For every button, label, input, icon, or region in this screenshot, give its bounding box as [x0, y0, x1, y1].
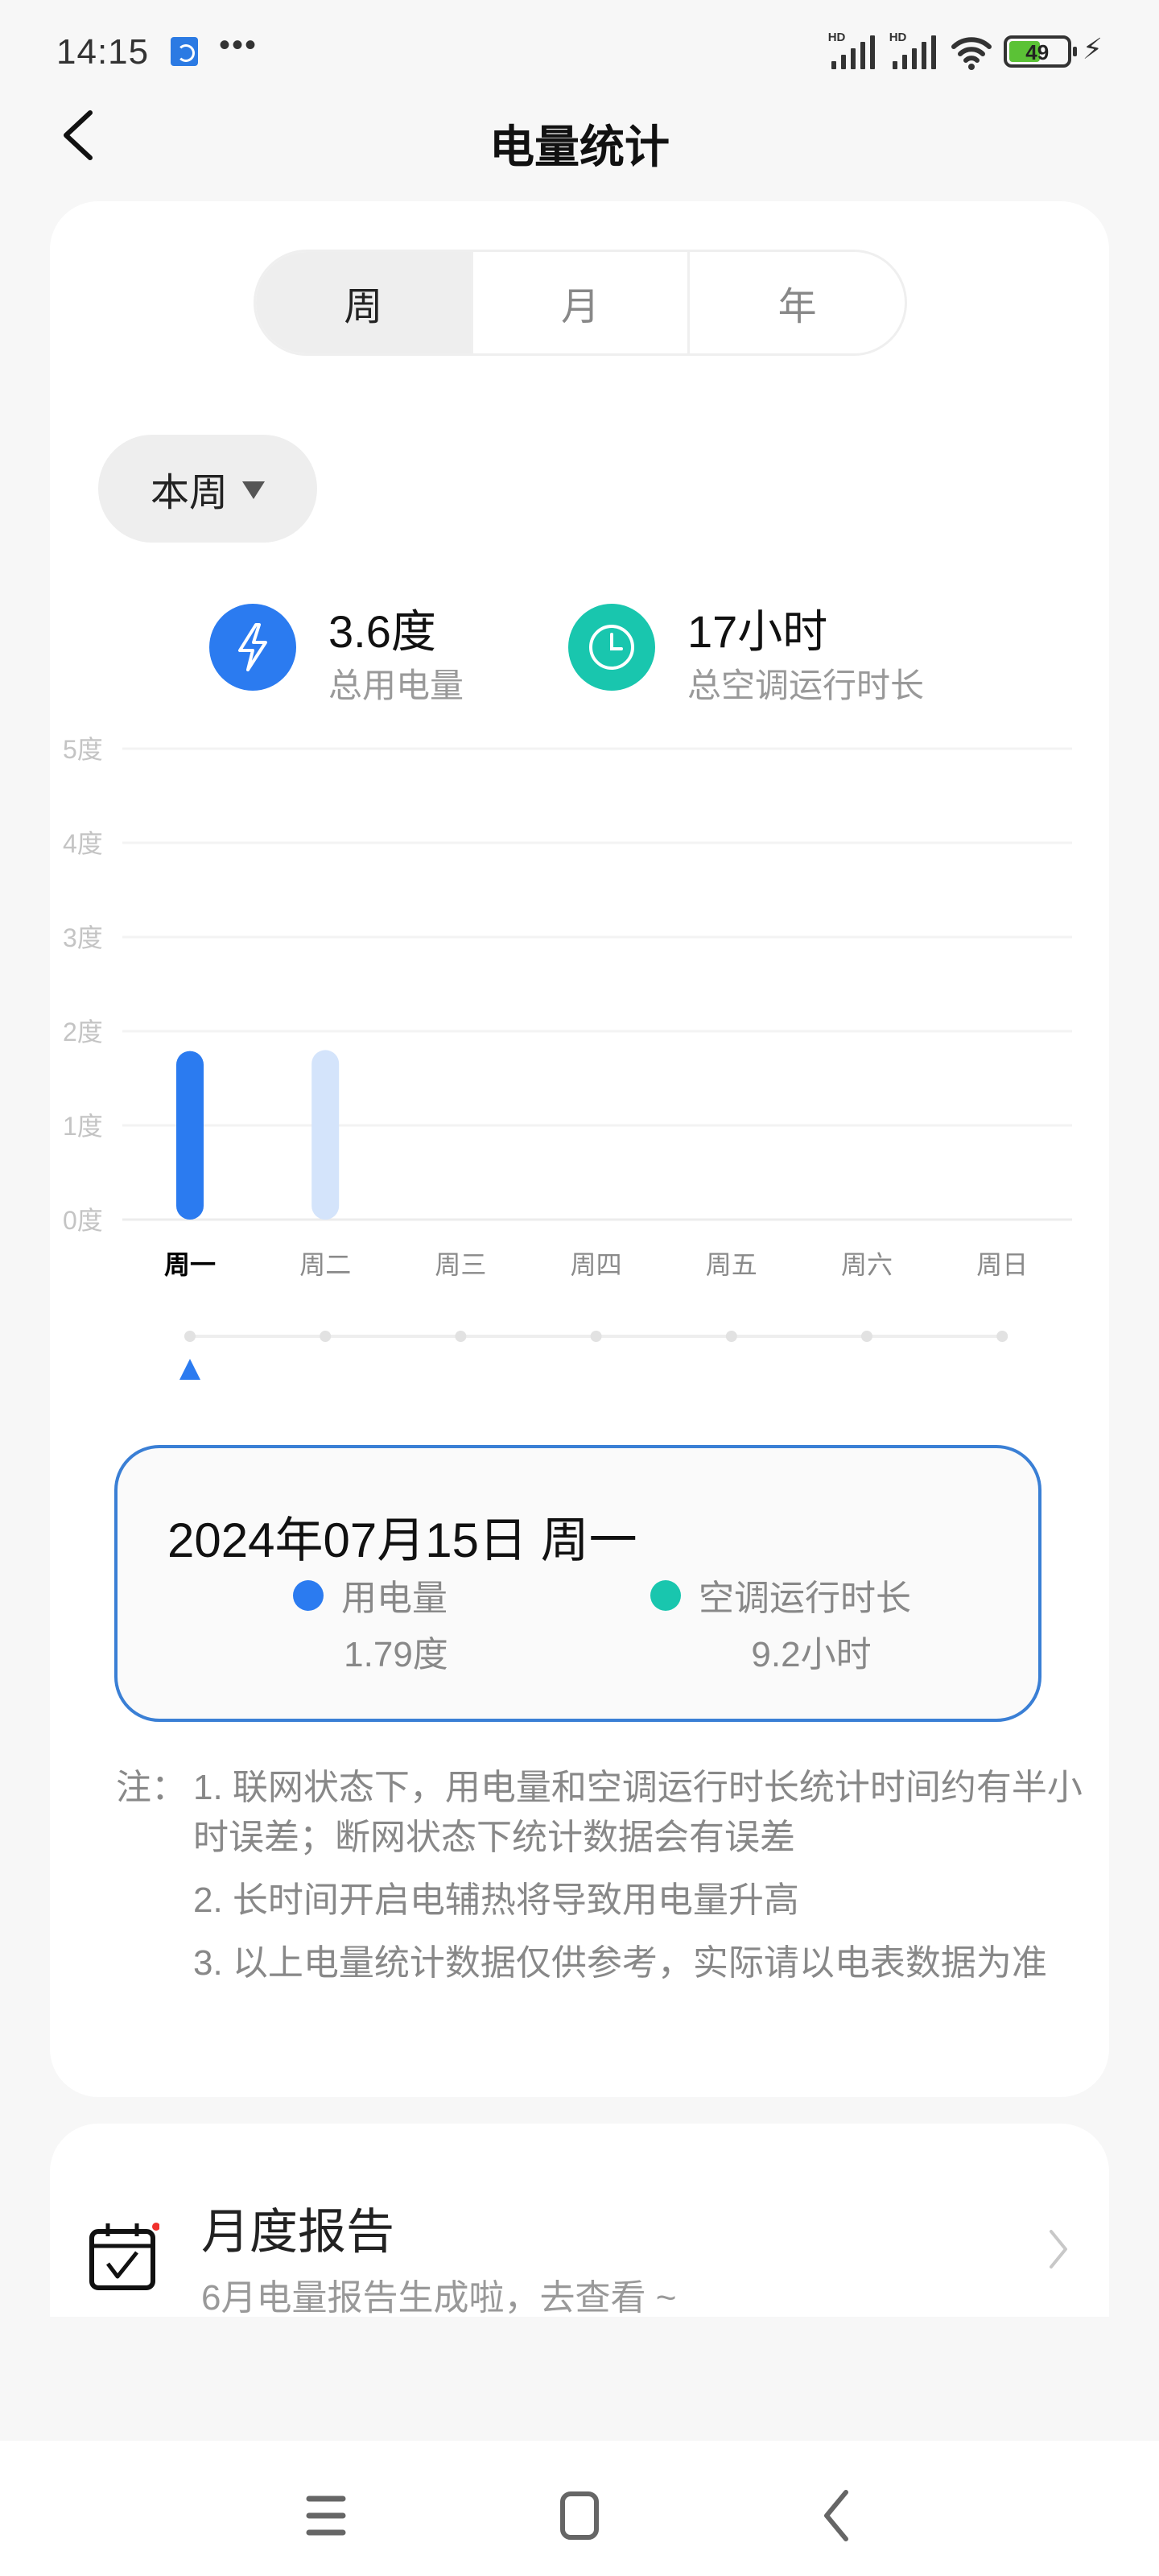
caret-down-icon — [242, 481, 265, 499]
page-title: 电量统计 — [489, 122, 670, 172]
slider-dot[interactable] — [320, 1331, 332, 1342]
status-time: 14:15 — [56, 32, 150, 72]
y-tick-label: 3度 — [63, 923, 103, 952]
x-tick-label[interactable]: 周四 — [571, 1250, 622, 1279]
total-energy-label: 总用电量 — [328, 667, 464, 704]
signal-icon: HD — [828, 31, 878, 71]
selected-day-marker-icon[interactable] — [179, 1359, 200, 1380]
calendar-check-icon — [89, 2223, 159, 2290]
system-nav-bar — [0, 2441, 1159, 2576]
y-tick-label: 5度 — [63, 735, 103, 764]
home-icon — [560, 2491, 599, 2540]
x-tick-label[interactable]: 周六 — [841, 1250, 893, 1279]
monthly-report-card[interactable]: 月度报告 6月电量报告生成啦，去查看 ~ — [50, 2124, 1109, 2318]
x-tick-label[interactable]: 周一 — [164, 1250, 216, 1279]
report-subtitle: 6月电量报告生成啦，去查看 ~ — [201, 2278, 677, 2318]
day-selector-track[interactable] — [50, 1312, 1109, 1393]
slider-dot[interactable] — [725, 1331, 737, 1342]
x-tick-label[interactable]: 周日 — [976, 1250, 1028, 1279]
period-dropdown-label: 本周 — [150, 472, 228, 514]
x-tick-label[interactable]: 周五 — [706, 1250, 757, 1279]
notes-list: 1. 联网状态下，用电量和空调运行时长统计时间约有半小时误差；断网状态下统计数据… — [193, 1763, 1087, 2001]
energy-bar-chart: 0度 1度 2度 3度 4度 5度周一 周二 周三 周四 周五 周六 周日 — [50, 716, 1109, 1280]
notification-badge — [152, 2223, 159, 2231]
status-indicators: HD HD 49 ⚡ — [828, 31, 1103, 71]
detail-runtime-value: 9.2小时 — [751, 1635, 872, 1674]
chevron-right-icon — [1050, 2230, 1067, 2268]
y-tick-label: 1度 — [63, 1112, 103, 1141]
notes-prefix: 注： — [116, 1768, 187, 1807]
battery-level: 49 — [1025, 40, 1050, 64]
detail-energy-value: 1.79度 — [344, 1635, 448, 1674]
menu-icon — [306, 2496, 346, 2536]
y-tick-label: 4度 — [63, 829, 103, 858]
tab-year[interactable]: 年 — [687, 252, 905, 353]
slider-dot[interactable] — [590, 1331, 602, 1342]
back-icon — [824, 2490, 848, 2541]
battery-icon: 49 — [1003, 35, 1077, 68]
runtime-legend-dot — [650, 1580, 681, 1611]
bar-1[interactable] — [176, 1051, 204, 1220]
note-item: 3. 以上电量统计数据仅供参考，实际请以电表数据为准 — [193, 1943, 1047, 1983]
system-back-button[interactable] — [809, 2487, 865, 2544]
period-tabs: 周 月 年 — [254, 250, 907, 356]
report-title: 月度报告 — [201, 2205, 394, 2259]
slider-dot[interactable] — [455, 1331, 467, 1342]
total-runtime-label: 总空调运行时长 — [687, 667, 925, 704]
total-runtime-value: 17小时 — [687, 606, 828, 657]
day-detail-card: 2024年07月15日 周一 用电量 1.79度 空调运行时长 9.2小时 — [114, 1445, 1041, 1722]
app-notification-icon — [171, 37, 198, 66]
energy-legend-dot — [293, 1580, 324, 1611]
detail-runtime-label: 空调运行时长 — [699, 1579, 911, 1618]
slider-dot[interactable] — [184, 1331, 196, 1342]
signal-hd-label: HD — [889, 31, 907, 44]
statistics-card: 周 月 年 本周 3.6度 总用电量 17小时 总空调运行时长 0度 1度 2度 3度… — [50, 201, 1109, 2097]
status-bar: 14:15 ••• HD HD 49 ⚡ — [0, 0, 1159, 97]
signal-hd-label: HD — [827, 31, 846, 44]
recent-apps-button[interactable] — [298, 2487, 354, 2544]
day-selector-canvas — [179, 1331, 1008, 1380]
tab-month[interactable]: 月 — [470, 252, 688, 353]
total-energy-value: 3.6度 — [328, 606, 436, 657]
more-notifications-icon: ••• — [219, 27, 258, 63]
charging-icon: ⚡ — [1082, 32, 1103, 65]
bar-2[interactable] — [311, 1050, 340, 1220]
slider-dot[interactable] — [861, 1331, 872, 1342]
signal-icon: HD — [889, 31, 939, 71]
period-dropdown[interactable]: 本周 — [98, 435, 317, 543]
lightning-icon — [209, 604, 296, 691]
detail-energy-label: 用电量 — [341, 1579, 448, 1618]
x-tick-label[interactable]: 周二 — [299, 1250, 351, 1279]
chart-canvas: 0度 1度 2度 3度 4度 5度周一 周二 周三 周四 周五 周六 周日 — [63, 735, 1072, 1279]
home-button[interactable] — [551, 2487, 608, 2544]
x-tick-label[interactable]: 周三 — [435, 1250, 486, 1279]
detail-date: 2024年07月15日 周一 — [167, 1513, 637, 1567]
clock-icon — [568, 604, 655, 691]
y-tick-label: 0度 — [63, 1206, 103, 1235]
slider-dot[interactable] — [996, 1331, 1008, 1342]
y-tick-label: 2度 — [63, 1018, 103, 1046]
wifi-icon — [951, 37, 992, 70]
tab-week[interactable]: 周 — [256, 252, 471, 353]
note-item: 1. 联网状态下，用电量和空调运行时长统计时间约有半小时误差；断网状态下统计数据… — [193, 1768, 1083, 1857]
note-item: 2. 长时间开启电辅热将导致用电量升高 — [193, 1880, 799, 1920]
